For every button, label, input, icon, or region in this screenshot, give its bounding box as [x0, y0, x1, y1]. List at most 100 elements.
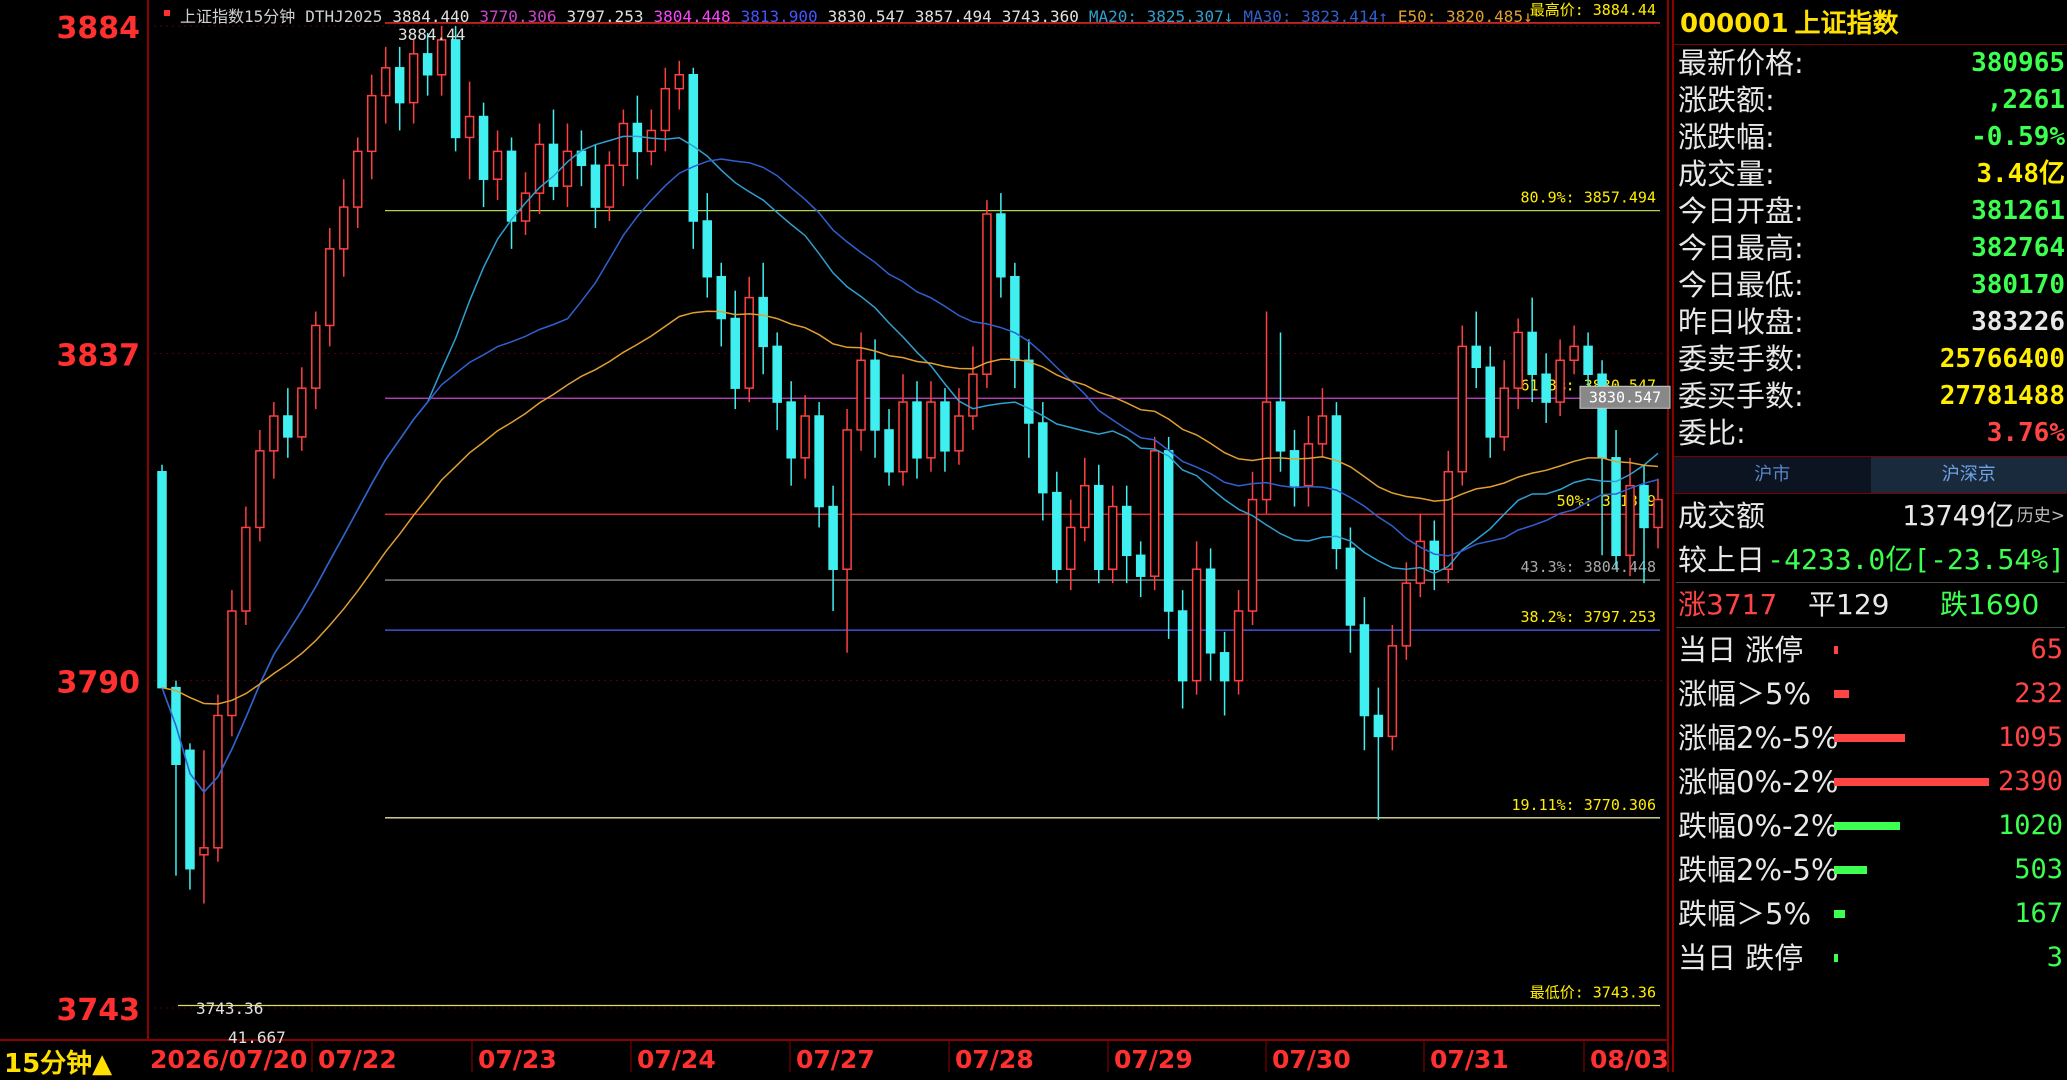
fib-level-label: 38.2%: 3797.253	[1521, 608, 1656, 626]
candle-body	[1640, 486, 1648, 528]
candle-body	[815, 416, 823, 507]
candle-body	[1193, 569, 1201, 680]
compare-value: -4233.0亿[-23.54%]	[1767, 538, 2065, 582]
candle-body	[382, 68, 390, 96]
distribution-label: 跌幅0%-2%	[1678, 804, 1838, 848]
fall-count: 跌1690	[1940, 583, 2039, 627]
candlestick-chart-panel[interactable]: 3884383737903743最高价: 3884.4480.9%: 3857.…	[0, 0, 1672, 1072]
candle-body	[885, 430, 893, 472]
timeframe-selector[interactable]: 15分钟▲	[4, 1043, 112, 1080]
candle-body	[1374, 715, 1382, 736]
distribution-row: 跌幅2%-5%503	[1674, 848, 2067, 892]
candle-body	[927, 402, 935, 458]
candle-body	[857, 360, 865, 430]
tab-all-markets[interactable]: 沪深京	[1871, 457, 2067, 493]
candle-body	[368, 96, 376, 152]
candle-body	[452, 40, 460, 138]
quote-info-panel: 000001上证指数 最新价格:380965涨跌额:,2261涨跌幅:-0.59…	[1672, 0, 2067, 1072]
candle-body	[1500, 388, 1508, 437]
candle-body	[1081, 486, 1089, 528]
candle-body	[647, 130, 655, 151]
quote-label: 昨日收盘:	[1678, 304, 1804, 341]
distribution-value: 167	[2014, 892, 2063, 936]
tab-sh-market[interactable]: 沪市	[1674, 457, 1871, 493]
quote-row: 最新价格:380965	[1674, 45, 2067, 82]
distribution-bar	[1834, 866, 1867, 874]
candle-body	[969, 374, 977, 416]
distribution-label: 跌幅2%-5%	[1678, 848, 1838, 892]
quote-value: 380170	[1971, 267, 2065, 304]
quote-row: 委买手数:27781488	[1674, 378, 2067, 415]
candle-body	[1570, 346, 1578, 360]
quote-label: 涨跌幅:	[1678, 119, 1775, 156]
candle-body	[801, 416, 809, 458]
quote-label: 委比:	[1678, 415, 1746, 452]
y-tick-label: 3884	[57, 11, 141, 46]
quote-label: 委买手数:	[1678, 378, 1804, 415]
distribution-bar	[1834, 822, 1900, 830]
candle-body	[745, 298, 753, 389]
candle-body	[1095, 486, 1103, 570]
candle-body	[354, 151, 362, 207]
candle-body	[1486, 367, 1494, 437]
candle-body	[731, 319, 739, 389]
legend-item: 3804.448	[654, 7, 731, 26]
candle-body	[1654, 500, 1662, 528]
quote-row: 委卖手数:25766400	[1674, 341, 2067, 378]
low-price-marker: 3743.36	[196, 999, 263, 1018]
candle-body	[1458, 346, 1466, 471]
fib-level-label: 19.11%: 3770.306	[1512, 796, 1657, 814]
quote-value: 25766400	[1940, 341, 2065, 378]
candle-body	[913, 402, 921, 458]
flat-count: 平129	[1808, 583, 1889, 627]
candle-body	[1123, 507, 1131, 556]
quote-row: 今日最低:380170	[1674, 267, 2067, 304]
candle-body	[661, 89, 669, 131]
candle-body	[1346, 548, 1354, 625]
candle-body	[1430, 541, 1438, 569]
candle-body	[508, 151, 516, 221]
candle-body	[563, 151, 571, 186]
candle-body	[619, 124, 627, 166]
candle-body	[1388, 646, 1396, 737]
x-date-label: 07/27	[796, 1045, 875, 1072]
candle-body	[494, 151, 502, 179]
candle-body	[1151, 451, 1159, 576]
fib-level-label: 80.9%: 3857.494	[1521, 189, 1656, 207]
distribution-row: 跌幅＞5% 167	[1674, 892, 2067, 936]
candle-body	[1277, 402, 1285, 451]
legend-item: MA30: 3823.414↑	[1243, 7, 1388, 26]
candle-body	[256, 451, 264, 528]
candle-body	[200, 848, 208, 855]
distribution-label: 跌幅＞5%	[1678, 892, 1811, 936]
candle-body	[1067, 527, 1075, 569]
distribution-value: 3	[2047, 936, 2063, 980]
legend-item: 3743.360	[1002, 7, 1079, 26]
candle-body	[941, 402, 949, 451]
kline-chart[interactable]: 3884383737903743最高价: 3884.4480.9%: 3857.…	[0, 0, 1672, 1072]
quote-value: 381261	[1971, 193, 2065, 230]
x-date-label: 08/03	[1590, 1045, 1669, 1072]
legend-item: 3770.306	[479, 7, 556, 26]
quote-value: 3.48亿	[1976, 156, 2065, 193]
fib-level-label: 最高价: 3884.44	[1530, 1, 1656, 19]
candle-body	[1263, 402, 1271, 500]
x-date-label: 07/28	[955, 1045, 1034, 1072]
candle-body	[312, 325, 320, 388]
advance-decline-row: 涨3717 平129 跌1690	[1674, 583, 2067, 627]
distribution-label: 当日 涨停	[1678, 628, 1803, 672]
distribution-value: 1020	[1998, 804, 2063, 848]
candle-body	[242, 527, 250, 611]
quote-rows: 最新价格:380965涨跌额:,2261涨跌幅:-0.59%成交量:3.48亿今…	[1674, 45, 2067, 452]
candle-body	[1626, 486, 1634, 556]
candle-body	[1165, 451, 1173, 611]
candle-body	[1011, 277, 1019, 361]
distribution-bar	[1834, 690, 1849, 698]
fib-level-label: 最低价: 3743.36	[1530, 983, 1656, 1001]
legend-item: MA20: 3825.307↓	[1089, 7, 1234, 26]
candle-body	[591, 165, 599, 207]
candle-body	[759, 298, 767, 347]
legend-item: 3857.494	[915, 7, 992, 26]
legend-item: 3797.253	[566, 7, 643, 26]
history-link[interactable]: 历史>	[2017, 494, 2065, 538]
